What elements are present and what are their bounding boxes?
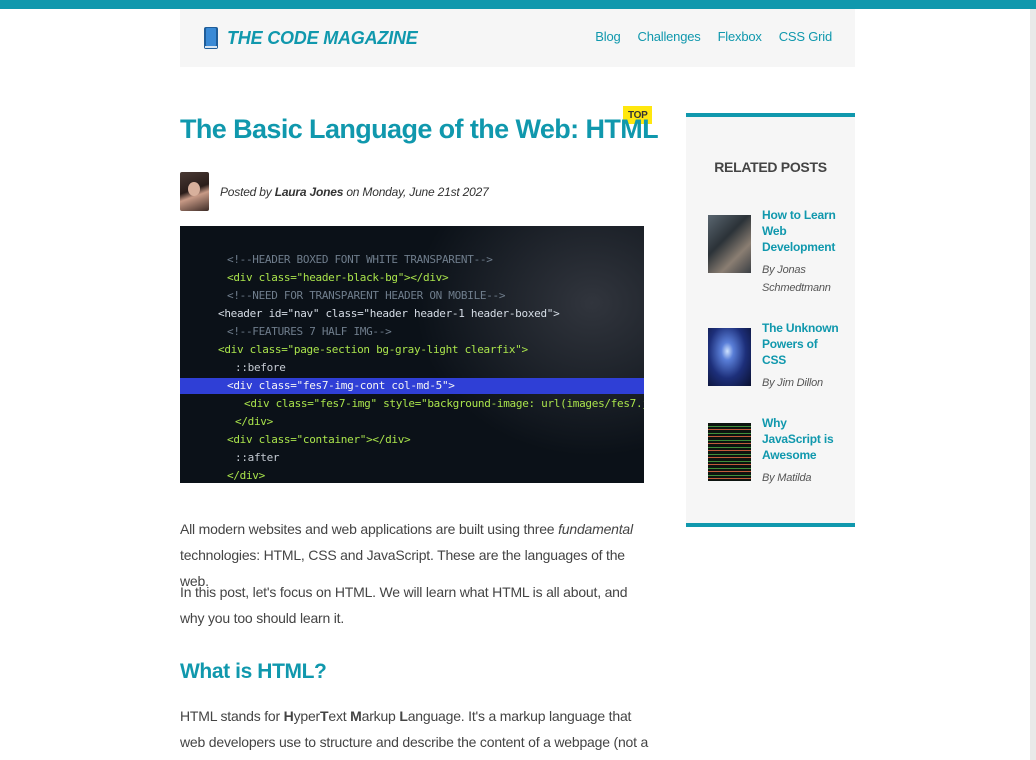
related-post-title[interactable]: The Unknown Powers of CSS (762, 320, 840, 368)
post-thumbnail[interactable] (708, 328, 751, 386)
related-post-author: By Matilda (762, 472, 812, 484)
nav-link-challenges[interactable]: Challenges (638, 29, 701, 44)
code-line: ::before (235, 361, 286, 374)
paragraph-focus: In this post, let's focus on HTML. We wi… (180, 584, 628, 626)
related-post-author: By Jim Dillon (762, 377, 823, 389)
related-post-author: By Jonas Schmedtmann (762, 264, 831, 294)
main-nav: Blog Challenges Flexbox CSS Grid (578, 29, 832, 44)
related-post-title[interactable]: Why JavaScript is Awesome (762, 415, 840, 463)
code-line: <div class="page-section bg-gray-light c… (218, 343, 528, 356)
code-line: <div class="container"></div> (227, 433, 411, 446)
author-name: Laura Jones (274, 184, 344, 199)
section-heading: What is HTML? (180, 660, 327, 683)
posted-date: on Monday, June 21st 2027 (343, 184, 489, 199)
article-title: The Basic Language of the Web: HTML (180, 114, 659, 144)
paragraph-html-definition: HTML stands for HyperText Markup Languag… (180, 703, 650, 755)
hero-code-image: <!--HEADER BOXED FONT WHITE TRANSPARENT-… (180, 226, 644, 483)
scrollbar-track[interactable] (1030, 9, 1036, 760)
article-meta: Posted by Laura Jones on Monday, June 21… (180, 172, 489, 211)
para3-prefix: HTML stands for (180, 708, 284, 724)
para1-emphasis: fundamental (558, 521, 633, 537)
book-icon (204, 27, 218, 49)
para1-text: All modern websites and web applications… (180, 521, 559, 537)
logo-text: THE CODE MAGAZINE (227, 27, 418, 48)
nav-link-flexbox[interactable]: Flexbox (718, 29, 762, 44)
para3-letter: H (283, 708, 294, 724)
code-line: <div class="fes7-img" style="background-… (244, 397, 644, 410)
para3-word: anguage (407, 708, 461, 724)
para3-word: ext (328, 708, 351, 724)
code-line: <div class="header-black-bg"></div> (227, 271, 449, 284)
nav-link-css-grid[interactable]: CSS Grid (779, 29, 833, 44)
code-line: <header id="nav" class="header header-1 … (218, 307, 560, 320)
code-line: </div> (227, 469, 265, 482)
top-accent-bar (0, 0, 1036, 9)
author-avatar (180, 172, 209, 211)
para3-word: yper (293, 708, 321, 724)
para3-letter: M (350, 708, 362, 724)
para3-word: arkup (361, 708, 400, 724)
code-line: ::after (235, 451, 280, 464)
post-thumbnail[interactable] (708, 423, 751, 481)
site-logo[interactable]: THE CODE MAGAZINE (204, 26, 418, 50)
nav-link-blog[interactable]: Blog (595, 29, 620, 44)
post-thumbnail[interactable] (708, 215, 751, 273)
code-line: <div class="fes7-img-cont col-md-5"> (227, 379, 455, 392)
code-line: </div> (235, 415, 273, 428)
related-posts-sidebar: RELATED POSTS How to Learn Web Developme… (686, 113, 855, 527)
related-post-title[interactable]: How to Learn Web Development (762, 207, 840, 255)
sidebar-title: RELATED POSTS (714, 159, 827, 175)
code-line: <!--HEADER BOXED FONT WHITE TRANSPARENT-… (227, 253, 493, 266)
code-line: <!--FEATURES 7 HALF IMG--> (227, 325, 392, 338)
posted-by: Posted by Laura Jones on Monday, June 21… (220, 185, 489, 199)
site-header: THE CODE MAGAZINE Blog Challenges Flexbo… (180, 9, 855, 67)
para3-letter: L (399, 708, 408, 724)
code-line: <!--NEED FOR TRANSPARENT HEADER ON MOBIL… (227, 289, 506, 302)
posted-by-prefix: Posted by (220, 184, 275, 199)
